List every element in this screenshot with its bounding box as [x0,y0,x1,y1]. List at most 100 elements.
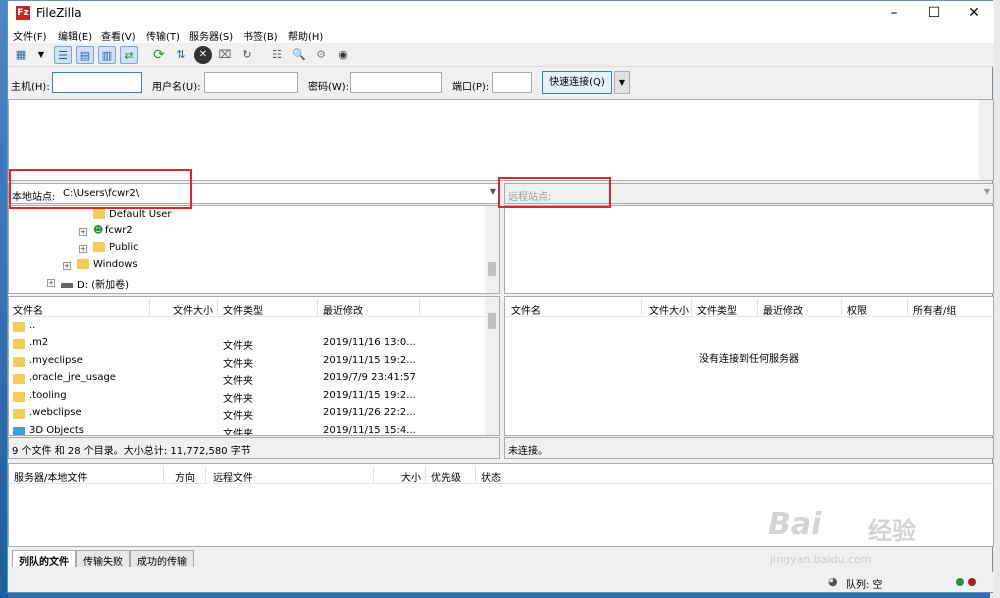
menu-server[interactable]: 服务器(S) [189,28,233,43]
filezilla-window: Fz FileZilla – ☐ ✕ 文件(F) 编辑(E) 查看(V) 传输(… [7,0,994,593]
list-item[interactable]: .tooling 文件夹 2019/11/15 19:2... [9,388,479,405]
activity-green-icon [956,578,964,586]
col-remote-file[interactable]: 远程文件 [213,469,253,484]
remote-status-bar: 未连接。 [504,437,994,459]
list-item[interactable]: 3D Objects 文件夹 2019/11/15 15:4... [9,423,479,435]
queue-status: 队列: 空 [846,580,883,591]
toggle-remote-tree-icon[interactable]: ▥ [98,46,116,64]
menu-transfer[interactable]: 传输(T) [146,28,180,43]
col-filetype[interactable]: 文件类型 [697,302,737,317]
process-queue-icon[interactable]: ⇅ [172,46,190,64]
site-manager-icon[interactable]: ▦ [12,46,30,64]
col-filename[interactable]: 文件名 [511,302,541,317]
sync-browse-icon[interactable]: ⚙ [312,46,330,64]
disconnect-icon[interactable]: ⌧ [216,46,234,64]
tab-successful-transfers[interactable]: 成功的传输 [130,550,194,568]
list-item[interactable]: .m2 文件夹 2019/11/16 13:0... [9,335,479,352]
watermark-brand2: 经验 [868,517,916,545]
col-filename[interactable]: 文件名 [13,302,43,317]
menu-bookmarks[interactable]: 书签(B) [243,28,278,43]
col-modified[interactable]: 最近修改 [763,302,803,317]
reconnect-icon[interactable]: ↻ [238,46,256,64]
list-item[interactable]: .webclipse 文件夹 2019/11/26 22:2... [9,405,479,422]
menu-help[interactable]: 帮助(H) [288,28,323,43]
compare-icon[interactable]: 🔍 [290,46,308,64]
scrollbar-thumb[interactable] [488,313,496,329]
col-permissions[interactable]: 权限 [847,302,867,317]
col-direction[interactable]: 方向 [175,469,195,484]
maximize-icon[interactable]: ☐ [914,1,954,25]
user-folder-icon: ☻ [93,225,104,236]
quickconnect-button[interactable]: 快速连接(Q) [542,71,612,94]
filezilla-icon: Fz [16,6,30,20]
local-site-highlight [9,169,192,209]
list-item[interactable]: .. [9,318,479,335]
expand-icon[interactable]: + [79,228,87,236]
tree-item-default-user[interactable]: Default User [93,209,172,220]
menu-view[interactable]: 查看(V) [101,28,136,43]
speed-limit-icon[interactable]: ◕ [828,575,838,588]
remote-directory-tree [504,205,994,294]
quickconnect-dropdown-icon[interactable]: ▼ [614,71,630,94]
activity-red-icon [968,578,976,586]
username-label: 用户名(U): [152,82,201,93]
remote-file-list: 文件名 文件大小 文件类型 最近修改 权限 所有者/组 没有连接到任何服务器 [504,296,994,436]
tree-scrollbar[interactable] [485,206,499,293]
tab-queued-files[interactable]: 列队的文件 [12,550,76,568]
toggle-queue-icon[interactable]: ⇄ [120,46,138,64]
toggle-local-tree-icon[interactable]: ▤ [76,46,94,64]
tab-failed-transfers[interactable]: 传输失败 [76,550,130,568]
col-size[interactable]: 大小 [401,469,421,484]
col-modified[interactable]: 最近修改 [323,302,363,317]
remote-path-dropdown-icon[interactable]: ▼ [984,187,990,196]
scrollbar-thumb[interactable] [488,262,496,276]
transfer-queue: 服务器/本地文件 方向 远程文件 大小 优先级 状态 [8,463,994,547]
title-bar: Fz FileZilla – ☐ ✕ [8,1,994,25]
toolbar: ▦ ▼ ☰ ▤ ▥ ⇄ ⟳ ⇅ ✕ ⌧ ↻ ☷ 🔍 ⚙ ◉ [8,43,994,67]
tree-item-windows[interactable]: Windows [77,259,138,270]
username-input[interactable] [204,72,298,93]
watermark-brand: Bai [768,507,822,542]
folder-icon [93,209,105,219]
host-input[interactable] [52,72,142,93]
folder-icon [93,242,105,252]
dropdown-icon[interactable]: ▼ [32,46,50,64]
local-list-header: 文件名 文件大小 文件类型 最近修改 [9,297,499,317]
watermark-url: jingyan.baidu.com [770,553,872,566]
toggle-log-icon[interactable]: ☰ [54,46,72,64]
tree-item-public[interactable]: Public [93,242,139,253]
log-scrollbar[interactable] [979,100,993,180]
col-priority[interactable]: 优先级 [431,469,461,484]
list-item[interactable]: .oracle_jre_usage 文件夹 2019/7/9 23:41:57 [9,370,479,387]
menu-bar: 文件(F) 编辑(E) 查看(V) 传输(T) 服务器(S) 书签(B) 帮助(… [8,25,994,43]
list-item[interactable]: .myeclipse 文件夹 2019/11/15 19:2... [9,353,479,370]
expand-icon[interactable]: + [47,279,55,287]
tree-item-fcwr2[interactable]: ☻ fcwr2 [93,225,133,236]
col-filesize[interactable]: 文件大小 [173,302,213,317]
password-input[interactable] [350,72,442,93]
menu-file[interactable]: 文件(F) [13,28,47,43]
queue-header: 服务器/本地文件 方向 远程文件 大小 优先级 状态 [9,464,993,484]
col-server-local-file[interactable]: 服务器/本地文件 [14,469,87,484]
local-path-dropdown-icon[interactable]: ▼ [490,187,496,196]
local-list-scrollbar[interactable] [485,297,499,435]
port-input[interactable] [492,72,532,93]
cancel-icon[interactable]: ✕ [194,46,212,64]
close-icon[interactable]: ✕ [954,1,994,25]
filter-icon[interactable]: ☷ [268,46,286,64]
local-file-list: 文件名 文件大小 文件类型 最近修改 .. .m2 文件夹 2019/11/16 1… [8,296,500,436]
col-status[interactable]: 状态 [481,469,501,484]
menu-edit[interactable]: 编辑(E) [58,28,92,43]
password-label: 密码(W): [308,82,350,93]
refresh-icon[interactable]: ⟳ [150,46,168,64]
expand-icon[interactable]: + [63,262,71,270]
col-owner[interactable]: 所有者/组 [913,302,956,317]
minimize-icon[interactable]: – [874,1,914,25]
remote-list-header: 文件名 文件大小 文件类型 最近修改 权限 所有者/组 [505,297,993,317]
expand-icon[interactable]: + [79,245,87,253]
search-icon[interactable]: ◉ [334,46,352,64]
col-filetype[interactable]: 文件类型 [223,302,263,317]
col-filesize[interactable]: 文件大小 [649,302,689,317]
tree-item-drive-d[interactable]: D: (新加卷) [61,276,129,291]
bottom-status-bar: ◕ 队列: 空 [8,572,994,592]
